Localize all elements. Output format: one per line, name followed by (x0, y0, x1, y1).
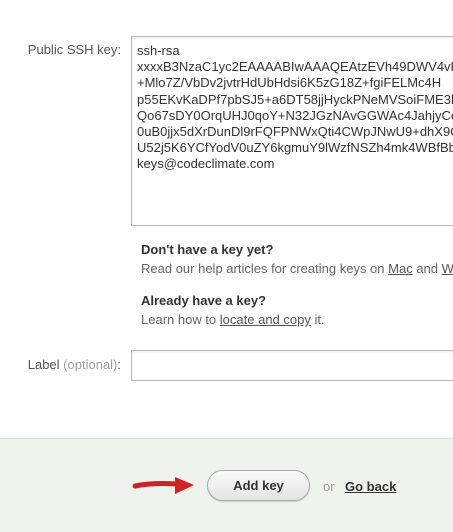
ssh-key-line-1: ssh-rsa (137, 43, 180, 58)
have-key-heading: Already have a key? (141, 293, 267, 308)
go-back-link[interactable]: Go back (345, 479, 396, 494)
optional-hint: (optional) (63, 357, 118, 372)
have-key-help: Already have a key? Learn how to locate … (141, 291, 325, 329)
ssh-key-label: Public SSH key: (27, 42, 121, 57)
locate-and-copy-link[interactable]: locate and copy (220, 312, 311, 327)
mac-link[interactable]: Mac (388, 261, 413, 276)
ssh-key-textarea[interactable]: ssh-rsa xxxxB3NzaC1yc2EAAAABIwAAAQEAtzEVh… (131, 36, 453, 226)
ssh-key-line-4: p55EKvKaDPf7pbSJ5+a6DT58jjHyckPNeMVSoiFM… (137, 91, 453, 107)
ssh-key-line-8: keys@codeclimate.com (137, 156, 275, 172)
ssh-key-line-5: Qo67sDY0OrqUHJ0qoY+N32JGzNAvGGWAc4JahjyC… (137, 107, 453, 123)
label-field-label: Label (optional): (27, 357, 121, 372)
ssh-key-line-6: 0uB0jjx5dXrDunDl9rFQFPNWxQti4CWpJNwU9+dh… (137, 124, 453, 140)
no-key-text: Read our help articles for creating keys… (141, 261, 453, 276)
label-input[interactable] (131, 350, 453, 381)
red-arrow-icon (132, 477, 194, 494)
ssh-key-line-2: xxxxB3NzaC1yc2EAAAABIwAAAQEAtzEVh49DWV4v… (137, 59, 453, 75)
no-key-help: Don't have a key yet? Read our help arti… (141, 240, 453, 278)
form-footer: Add key or Go back (0, 438, 453, 532)
add-key-button[interactable]: Add key (207, 470, 310, 501)
no-key-heading: Don't have a key yet? (141, 242, 274, 257)
ssh-key-line-7: U52j5K6YCfYodV0uZY6kgmuY9lWzfNSZh4mk4WBf… (137, 140, 453, 156)
have-key-text: Learn how to locate and copy it. (141, 312, 325, 327)
or-separator: or (323, 479, 335, 494)
ssh-key-line-3: +Mlo7Z/VbDv2jvtrHdUbHdsi6K5zG18Z+fgiFELM… (137, 75, 442, 91)
ssh-key-form: Public SSH key: ssh-rsa xxxxB3NzaC1yc2EAA… (0, 0, 453, 438)
windows-link[interactable]: W (442, 261, 453, 276)
